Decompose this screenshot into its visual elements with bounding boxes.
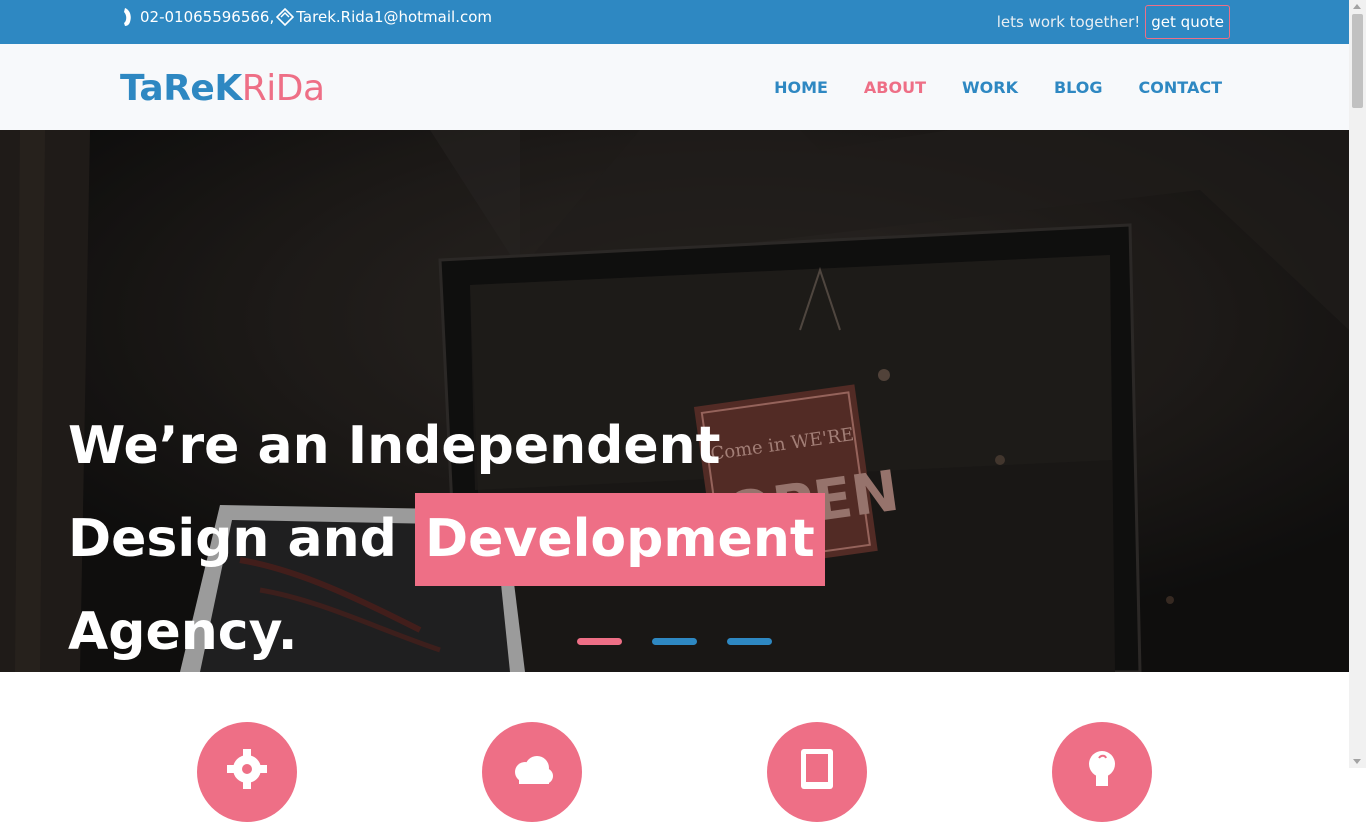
get-quote-button[interactable]: get quote: [1145, 5, 1230, 39]
carousel-dot-3[interactable]: [727, 638, 772, 645]
cloud-icon: [515, 756, 553, 784]
logo-part-1: TaReK: [120, 68, 242, 109]
nav-work[interactable]: WORK: [962, 78, 1018, 97]
contact-info: 02-01065596566, Tarek.Rida1@hotmail.com: [122, 7, 492, 27]
email-link[interactable]: Tarek.Rida1@hotmail.com: [296, 8, 492, 26]
hero-slider: Come in WE'RE OPEN We’re an Independent …: [0, 130, 1349, 672]
phone-icon: [124, 8, 131, 26]
scrollbar-thumb[interactable]: [1352, 14, 1363, 108]
service-circle-1[interactable]: [197, 722, 297, 822]
mail-icon: [276, 8, 295, 26]
carousel-dot-2[interactable]: [652, 638, 697, 645]
top-bar-cta: lets work together! get quote: [997, 5, 1230, 39]
headline-line-2-prefix: Design and: [68, 509, 397, 569]
site-logo[interactable]: TaReKRiDa: [120, 68, 325, 109]
page-scrollbar[interactable]: [1349, 0, 1366, 768]
gear-icon: [227, 749, 267, 789]
headline-line-1: We’re an Independent: [68, 416, 721, 476]
logo-part-2: RiDa: [241, 68, 325, 109]
nav-home[interactable]: HOME: [774, 78, 828, 97]
carousel-indicators: [577, 638, 802, 645]
top-bar: 02-01065596566, Tarek.Rida1@hotmail.com …: [0, 0, 1349, 44]
headline-highlight: Development: [415, 493, 825, 586]
scroll-down-arrow-icon[interactable]: [1353, 759, 1361, 764]
nav-about[interactable]: ABOUT: [864, 78, 926, 97]
services-section: [0, 672, 1349, 822]
nav-contact[interactable]: CONTACT: [1139, 78, 1222, 97]
tagline: lets work together!: [996, 13, 1141, 31]
main-nav: HOME ABOUT WORK BLOG CONTACT: [738, 78, 1222, 97]
hero-headline: We’re an Independent Design and Developm…: [68, 400, 825, 672]
lightbulb-icon: [1089, 751, 1115, 786]
service-circle-2[interactable]: [482, 722, 582, 822]
service-circle-4[interactable]: [1052, 722, 1152, 822]
nav-blog[interactable]: BLOG: [1054, 78, 1103, 97]
service-circle-3[interactable]: [767, 722, 867, 822]
scroll-up-arrow-icon[interactable]: [1353, 4, 1361, 9]
headline-line-3: Agency.: [68, 602, 298, 662]
phone-number: 02-01065596566,: [140, 8, 275, 26]
carousel-dot-1[interactable]: [577, 638, 622, 645]
navbar: TaReKRiDa HOME ABOUT WORK BLOG CONTACT: [0, 44, 1349, 130]
tablet-icon: [801, 749, 833, 789]
